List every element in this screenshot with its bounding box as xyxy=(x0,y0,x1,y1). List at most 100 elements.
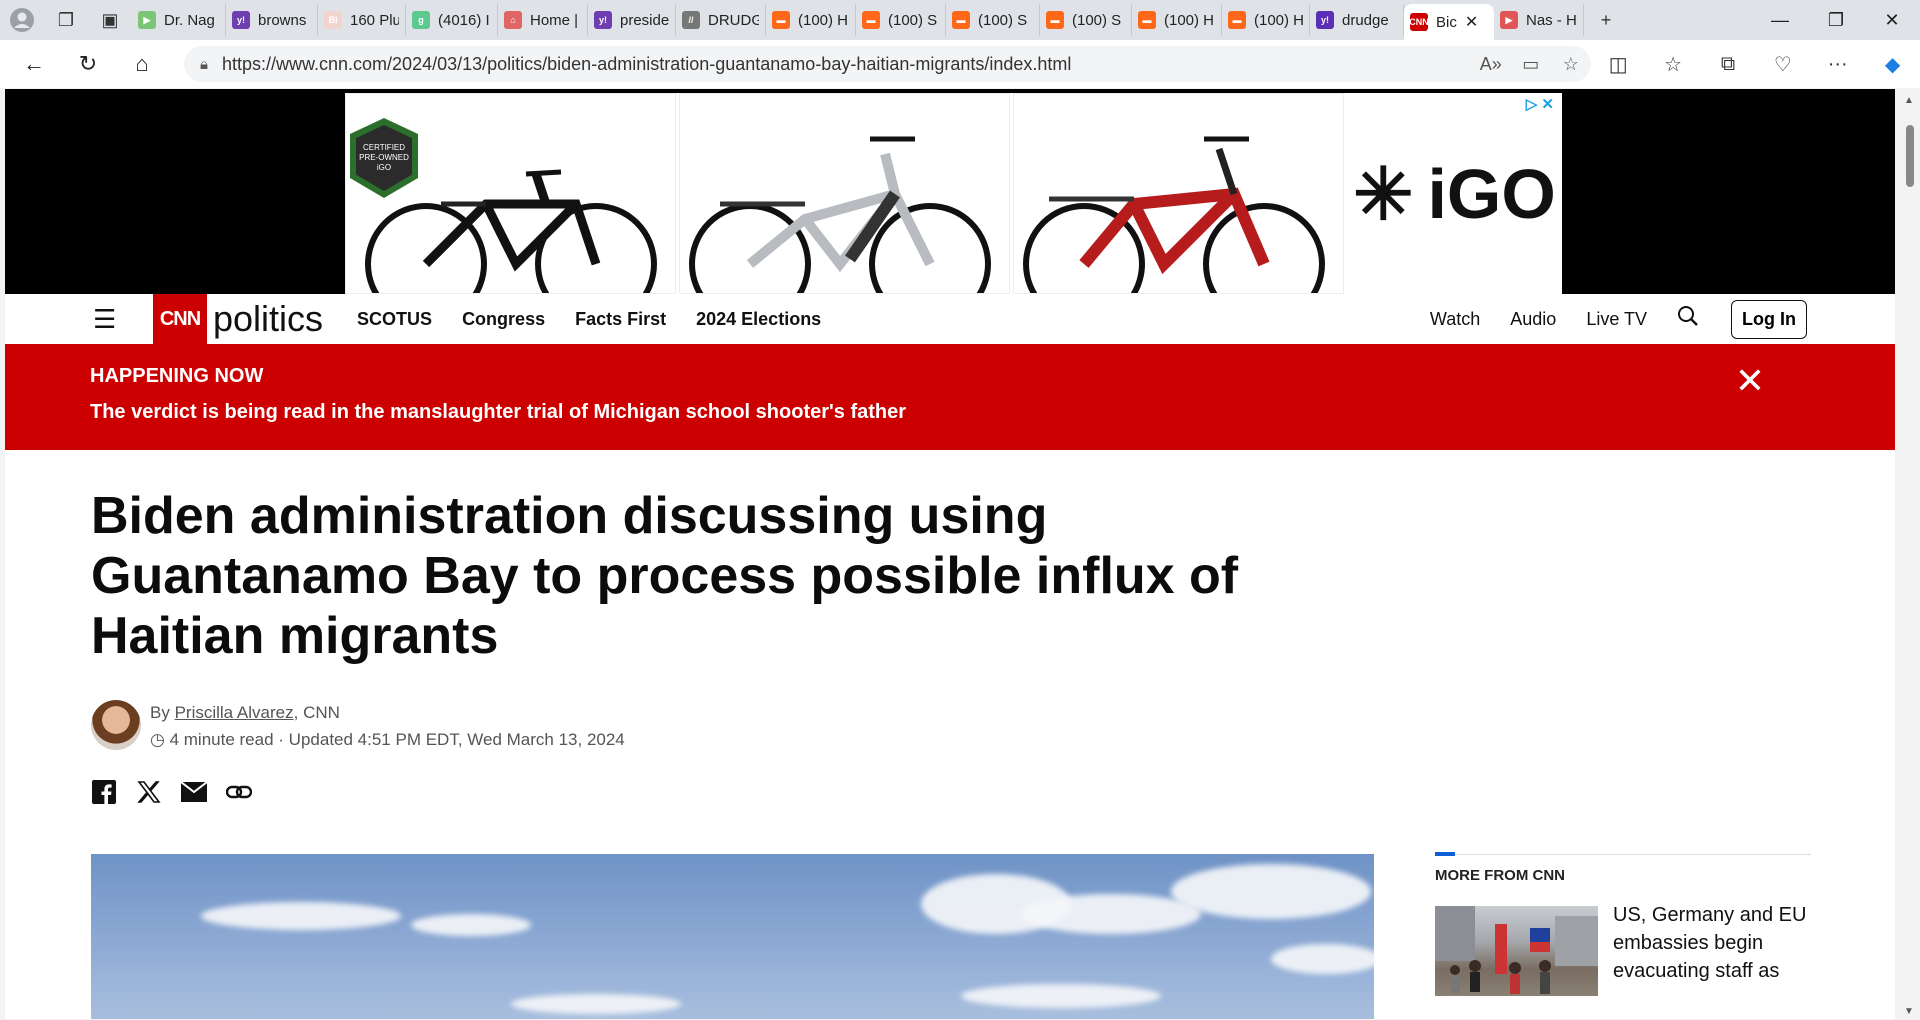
search-icon[interactable] xyxy=(1677,305,1699,333)
tab-favicon-icon: ▶ xyxy=(138,11,156,29)
ad-bike-silver[interactable] xyxy=(679,93,1010,294)
breaking-news-banner[interactable]: HAPPENING NOW The verdict is being read … xyxy=(5,344,1895,450)
address-bar-row: ← ↻ ⌂ 🔒︎ https://www.cnn.com/2024/03/13/… xyxy=(0,40,1920,88)
facebook-icon[interactable] xyxy=(91,779,117,805)
url-text[interactable]: https://www.cnn.com/2024/03/13/politics/… xyxy=(222,54,1471,75)
site-info-icon[interactable]: 🔒︎ xyxy=(200,56,208,73)
tab-favicon-icon: ▬ xyxy=(1046,11,1064,29)
author-avatar[interactable] xyxy=(91,700,141,750)
immersive-reader-icon[interactable]: ▭ xyxy=(1511,54,1551,75)
more-story-thumbnail[interactable] xyxy=(1435,906,1598,996)
email-icon[interactable] xyxy=(181,779,207,805)
browser-tab[interactable]: ▬ (100) H xyxy=(1132,4,1222,36)
copilot-icon[interactable]: ◆ xyxy=(1865,52,1920,77)
nav-congress[interactable]: Congress xyxy=(462,309,545,330)
scroll-up-arrow-icon[interactable]: ▲ xyxy=(1904,95,1914,106)
collections-icon[interactable]: ⧉ xyxy=(1701,53,1756,76)
browser-tab[interactable]: ▬ (100) H xyxy=(766,4,856,36)
browser-tab[interactable]: y! preside xyxy=(588,4,676,36)
browser-tab[interactable]: y! drudge xyxy=(1310,4,1404,36)
tab-label: (100) S xyxy=(1072,11,1122,29)
bike-red-image xyxy=(1023,136,1325,293)
browser-tab[interactable]: ▬ (100) S xyxy=(856,4,946,36)
more-story-headline[interactable]: US, Germany and EU embassies begin evacu… xyxy=(1613,901,1813,985)
nav-audio[interactable]: Audio xyxy=(1510,309,1556,330)
login-button[interactable]: Log In xyxy=(1731,299,1807,339)
minimize-button[interactable]: — xyxy=(1752,0,1808,40)
tab-label: (100) S xyxy=(978,11,1028,29)
banner-link[interactable]: The verdict is being read in the manslau… xyxy=(90,401,906,424)
favorite-star-icon[interactable]: ☆ xyxy=(1551,54,1591,75)
nav-2024-elections[interactable]: 2024 Elections xyxy=(696,309,821,330)
back-icon[interactable]: ← xyxy=(12,44,56,84)
tab-label: Dr. Nag xyxy=(164,11,215,29)
profile-icon[interactable] xyxy=(0,0,44,40)
byline-outlet: , CNN xyxy=(293,703,340,722)
copy-link-icon[interactable] xyxy=(226,779,252,805)
vertical-scrollbar[interactable]: ▲ ▼ xyxy=(1900,89,1920,1019)
close-icon[interactable]: ✕ xyxy=(1735,360,1765,402)
close-tab-icon[interactable]: ✕ xyxy=(1465,12,1478,32)
tab-favicon-icon: ▬ xyxy=(772,11,790,29)
close-window-button[interactable]: ✕ xyxy=(1864,0,1920,40)
section-name[interactable]: politics xyxy=(213,298,323,340)
nav-live-tv[interactable]: Live TV xyxy=(1586,309,1647,330)
cnn-header: ☰ CNN politics SCOTUS Congress Facts Fir… xyxy=(5,294,1895,344)
tab-label: 160 Plu xyxy=(350,11,399,29)
tab-actions-icon[interactable]: ▣ xyxy=(88,0,132,40)
browser-tab[interactable]: ⌂ Home | xyxy=(498,4,588,36)
favorites-icon[interactable]: ☆ xyxy=(1646,52,1701,77)
share-bar xyxy=(91,779,271,805)
tab-label: Nas - H xyxy=(1526,11,1577,29)
scroll-down-arrow-icon[interactable]: ▼ xyxy=(1904,1006,1914,1017)
home-icon[interactable]: ⌂ xyxy=(120,44,164,84)
ad-brand-logo[interactable]: ✳ iGO xyxy=(1347,93,1562,294)
restore-button[interactable]: ❐ xyxy=(1808,0,1864,40)
nav-watch[interactable]: Watch xyxy=(1430,309,1480,330)
browser-tab[interactable]: CNN Bic ✕ xyxy=(1404,4,1494,40)
tab-favicon-icon: ▬ xyxy=(1138,11,1156,29)
browser-tab[interactable]: ▶ Nas - H xyxy=(1494,4,1584,36)
advertisement[interactable]: CERTIFIED PRE-OWNED iGO ✳ iGO ▷ ✕ xyxy=(5,89,1895,294)
browser-tab[interactable]: ▬ (100) S xyxy=(1040,4,1132,36)
cnn-logo[interactable]: CNN xyxy=(153,294,207,344)
sidebar-divider xyxy=(1435,854,1811,855)
ad-bike-black[interactable]: CERTIFIED PRE-OWNED iGO xyxy=(345,93,676,294)
browser-tab[interactable]: ▶ Dr. Nag xyxy=(132,4,226,36)
tab-favicon-icon: // xyxy=(682,11,700,29)
hamburger-menu-icon[interactable]: ☰ xyxy=(93,304,123,335)
nav-facts-first[interactable]: Facts First xyxy=(575,309,666,330)
address-bar[interactable]: 🔒︎ https://www.cnn.com/2024/03/13/politi… xyxy=(184,46,1591,82)
adchoices-icon[interactable]: ▷ ✕ xyxy=(1526,95,1554,113)
byline: By Priscilla Alvarez, CNN xyxy=(150,703,340,723)
tab-label: (4016) I xyxy=(438,11,490,29)
nav-scotus[interactable]: SCOTUS xyxy=(357,309,432,330)
browser-tab[interactable]: // DRUDG xyxy=(676,4,766,36)
scrollbar-thumb[interactable] xyxy=(1906,125,1914,187)
browser-essentials-icon[interactable]: ♡ xyxy=(1755,52,1810,77)
x-twitter-icon[interactable] xyxy=(136,779,162,805)
tab-label: (100) H xyxy=(798,11,849,29)
browser-tab[interactable]: ▬ (100) S xyxy=(946,4,1040,36)
workspaces-icon[interactable]: ❐ xyxy=(44,0,88,40)
split-screen-icon[interactable]: ◫ xyxy=(1591,52,1646,77)
author-link[interactable]: Priscilla Alvarez xyxy=(175,703,294,722)
browser-tab[interactable]: g (4016) I xyxy=(406,4,498,36)
read-aloud-icon[interactable]: A» xyxy=(1471,54,1511,75)
tab-label: Bic xyxy=(1436,13,1457,31)
new-tab-button[interactable]: + xyxy=(1584,0,1628,40)
ad-bike-red[interactable] xyxy=(1013,93,1344,294)
browser-tab[interactable]: ▬ (100) H xyxy=(1222,4,1310,36)
page-viewport: CERTIFIED PRE-OWNED iGO ✳ iGO ▷ ✕ ☰ CNN … xyxy=(5,89,1895,1019)
browser-tab[interactable]: BI 160 Plu xyxy=(318,4,406,36)
refresh-icon[interactable]: ↻ xyxy=(66,44,110,84)
tab-label: (100) H xyxy=(1164,11,1215,29)
more-menu-icon[interactable]: ··· xyxy=(1810,53,1865,76)
clock-icon: ◷ xyxy=(150,730,165,749)
banner-tag: HAPPENING NOW xyxy=(90,365,264,387)
tab-label: preside xyxy=(620,11,669,29)
browser-tab[interactable]: y! browns xyxy=(226,4,318,36)
tab-bar: ❐ ▣ ▶ Dr. Nag y! browns BI 160 Plu g (4016) I ⌂ H… xyxy=(0,0,1920,40)
badge-text-1: CERTIFIED xyxy=(362,143,406,152)
article-hero-image[interactable] xyxy=(91,854,1374,1019)
